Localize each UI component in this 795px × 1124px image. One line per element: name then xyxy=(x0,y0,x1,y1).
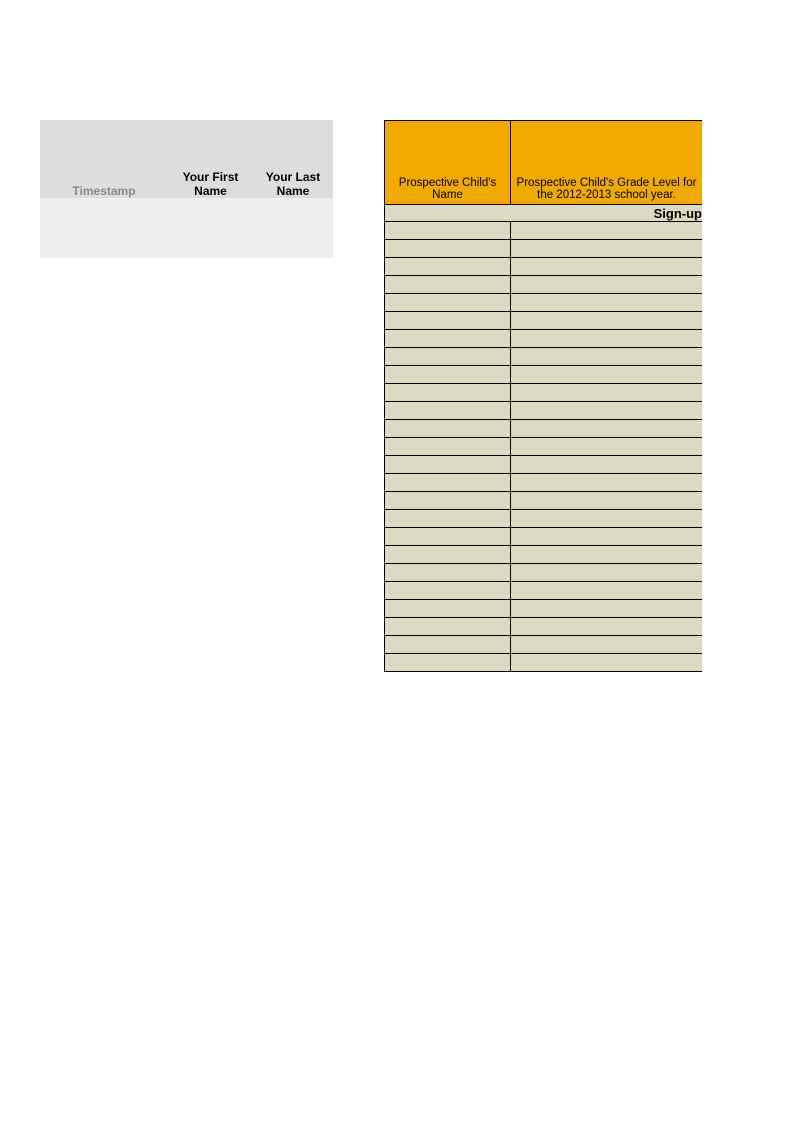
left-header-row: Timestamp Your First Name Your Last Name xyxy=(40,120,333,198)
cell-child-name[interactable] xyxy=(385,582,511,600)
cell-grade-level[interactable] xyxy=(511,222,703,240)
page-canvas: Timestamp Your First Name Your Last Name… xyxy=(0,0,795,1124)
cell-grade-level[interactable] xyxy=(511,330,703,348)
cell-grade-level[interactable] xyxy=(511,456,703,474)
table-row xyxy=(385,510,703,528)
cell-child-name[interactable] xyxy=(385,384,511,402)
right-table: Prospective Child's Name Prospective Chi… xyxy=(384,120,702,672)
table-row xyxy=(385,528,703,546)
signup-row: Sign-up xyxy=(385,205,703,222)
table-row xyxy=(385,600,703,618)
table-row xyxy=(385,366,703,384)
table-row xyxy=(385,420,703,438)
cell-grade-level[interactable] xyxy=(511,348,703,366)
table-row xyxy=(385,402,703,420)
table-row xyxy=(385,384,703,402)
table-row xyxy=(385,618,703,636)
table-row xyxy=(385,636,703,654)
cell-child-name[interactable] xyxy=(385,600,511,618)
cell-grade-level[interactable] xyxy=(511,276,703,294)
cell-timestamp[interactable] xyxy=(40,198,168,258)
table-row xyxy=(385,582,703,600)
table-row xyxy=(385,474,703,492)
cell-grade-level[interactable] xyxy=(511,510,703,528)
signup-label: Sign-up xyxy=(385,205,703,222)
table-row xyxy=(385,492,703,510)
right-header-row: Prospective Child's Name Prospective Chi… xyxy=(385,121,703,205)
cell-child-name[interactable] xyxy=(385,546,511,564)
left-empty-row xyxy=(40,198,333,258)
table-row xyxy=(385,348,703,366)
cell-grade-level[interactable] xyxy=(511,582,703,600)
cell-grade-level[interactable] xyxy=(511,636,703,654)
cell-child-name[interactable] xyxy=(385,474,511,492)
cell-child-name[interactable] xyxy=(385,636,511,654)
table-row xyxy=(385,258,703,276)
header-last-name: Your Last Name xyxy=(253,120,333,198)
cell-child-name[interactable] xyxy=(385,528,511,546)
table-row xyxy=(385,456,703,474)
cell-grade-level[interactable] xyxy=(511,420,703,438)
cell-child-name[interactable] xyxy=(385,366,511,384)
cell-grade-level[interactable] xyxy=(511,366,703,384)
table-row xyxy=(385,546,703,564)
cell-grade-level[interactable] xyxy=(511,654,703,672)
cell-child-name[interactable] xyxy=(385,654,511,672)
cell-grade-level[interactable] xyxy=(511,258,703,276)
table-row xyxy=(385,564,703,582)
cell-child-name[interactable] xyxy=(385,240,511,258)
table-row xyxy=(385,654,703,672)
cell-last-name[interactable] xyxy=(253,198,333,258)
table-row xyxy=(385,240,703,258)
table-row xyxy=(385,438,703,456)
cell-grade-level[interactable] xyxy=(511,312,703,330)
cell-child-name[interactable] xyxy=(385,564,511,582)
right-table-container: Prospective Child's Name Prospective Chi… xyxy=(384,120,702,672)
header-child-name: Prospective Child's Name xyxy=(385,121,511,205)
cell-child-name[interactable] xyxy=(385,222,511,240)
header-timestamp: Timestamp xyxy=(40,120,168,198)
cell-grade-level[interactable] xyxy=(511,294,703,312)
cell-grade-level[interactable] xyxy=(511,240,703,258)
cell-child-name[interactable] xyxy=(385,438,511,456)
cell-child-name[interactable] xyxy=(385,456,511,474)
cell-child-name[interactable] xyxy=(385,510,511,528)
cell-child-name[interactable] xyxy=(385,276,511,294)
table-row xyxy=(385,222,703,240)
cell-grade-level[interactable] xyxy=(511,492,703,510)
table-row xyxy=(385,276,703,294)
cell-first-name[interactable] xyxy=(168,198,253,258)
cell-grade-level[interactable] xyxy=(511,402,703,420)
cell-child-name[interactable] xyxy=(385,618,511,636)
cell-child-name[interactable] xyxy=(385,312,511,330)
cell-grade-level[interactable] xyxy=(511,618,703,636)
cell-grade-level[interactable] xyxy=(511,546,703,564)
table-row xyxy=(385,294,703,312)
cell-grade-level[interactable] xyxy=(511,474,703,492)
cell-grade-level[interactable] xyxy=(511,564,703,582)
header-grade-level: Prospective Child's Grade Level for the … xyxy=(511,121,703,205)
cell-grade-level[interactable] xyxy=(511,528,703,546)
cell-grade-level[interactable] xyxy=(511,438,703,456)
table-row xyxy=(385,330,703,348)
cell-child-name[interactable] xyxy=(385,330,511,348)
cell-child-name[interactable] xyxy=(385,294,511,312)
table-row xyxy=(385,312,703,330)
left-table: Timestamp Your First Name Your Last Name xyxy=(40,120,333,258)
cell-grade-level[interactable] xyxy=(511,600,703,618)
header-first-name: Your First Name xyxy=(168,120,253,198)
cell-child-name[interactable] xyxy=(385,420,511,438)
cell-grade-level[interactable] xyxy=(511,384,703,402)
cell-child-name[interactable] xyxy=(385,348,511,366)
cell-child-name[interactable] xyxy=(385,258,511,276)
cell-child-name[interactable] xyxy=(385,492,511,510)
cell-child-name[interactable] xyxy=(385,402,511,420)
